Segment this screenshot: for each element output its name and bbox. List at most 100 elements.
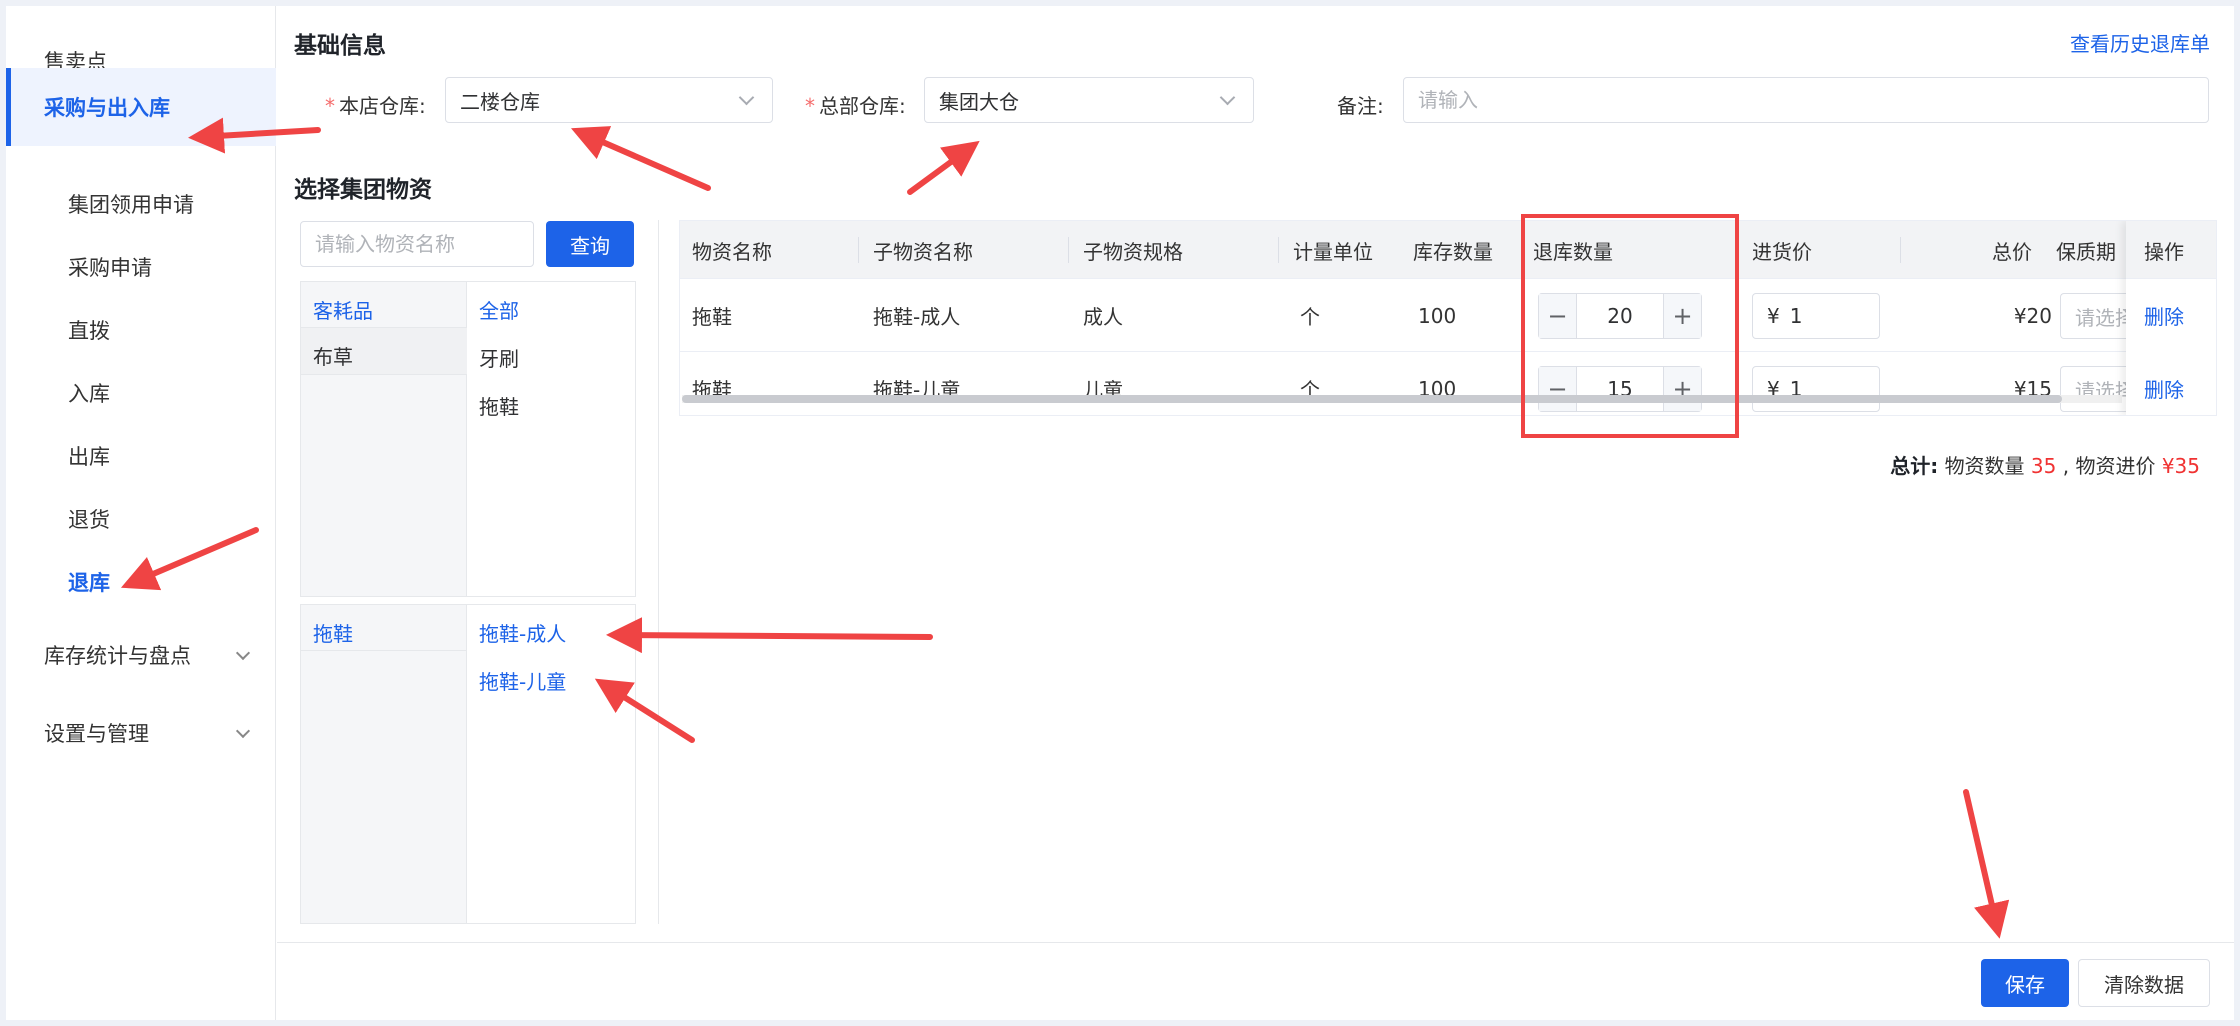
divider — [858, 237, 859, 263]
cell-spec: 成人 — [1083, 305, 1123, 329]
header-stock: 库存数量 — [1413, 239, 1493, 264]
divider — [1278, 237, 1279, 263]
material-left-column: 拖鞋 — [301, 605, 467, 923]
sidebar-item-label: 集团领用申请 — [68, 193, 194, 217]
sidebar-item-label: 退库 — [68, 571, 110, 595]
header-material-name: 物资名称 — [692, 239, 772, 264]
price-input[interactable]: ¥1 — [1752, 366, 1880, 412]
sub-material-item[interactable]: 拖鞋-儿童 — [479, 666, 566, 695]
delete-link[interactable]: 删除 — [2144, 352, 2184, 415]
sidebar-item-label: 入库 — [68, 382, 110, 406]
cell-material-name: 拖鞋 — [692, 305, 732, 329]
summary-label: 总计: — [1890, 454, 1939, 478]
cell-unit: 个 — [1300, 305, 1320, 329]
header-unit: 计量单位 — [1293, 239, 1373, 264]
divider — [301, 650, 467, 651]
header-sub-spec: 子物资规格 — [1083, 239, 1183, 264]
summary-price: ¥35 — [2161, 454, 2200, 478]
sidebar-item-label: 退货 — [68, 508, 110, 532]
category-item[interactable]: 布草 — [313, 341, 353, 370]
store-warehouse-label-text: 本店仓库: — [339, 94, 426, 118]
summary-price-label: 物资进价 — [2075, 454, 2156, 478]
summary-count-label: 物资数量 — [1944, 454, 2025, 478]
select-materials-title: 选择集团物资 — [294, 177, 432, 203]
footer-bar: 保存 清除数据 — [277, 942, 2234, 1020]
table-row: 拖鞋 拖鞋-成人 成人 个 100 − 20 + ¥1 ¥20 请选择 — [680, 279, 2216, 352]
header-purchase-price: 进货价 — [1752, 239, 1812, 264]
summary-separator: , — [2062, 454, 2070, 478]
sidebar-item-purchase-inout[interactable]: 采购与出入库 — [6, 68, 276, 146]
hq-warehouse-label: * 总部仓库: — [805, 90, 906, 119]
divider — [1900, 237, 1901, 263]
sidebar-item-direct-transfer[interactable]: 直拨 — [6, 303, 276, 357]
cell-stock: 100 — [1418, 303, 1457, 328]
sidebar-item-settings[interactable]: 设置与管理 — [6, 706, 276, 760]
save-button[interactable]: 保存 — [1981, 959, 2069, 1007]
price-input[interactable]: ¥1 — [1752, 293, 1880, 339]
materials-table: 物资名称 子物资名称 子物资规格 计量单位 库存数量 退库数量 进货价 总价 保… — [679, 220, 2217, 416]
delete-link[interactable]: 删除 — [2144, 279, 2184, 352]
sidebar-item-label: 库存统计与盘点 — [44, 644, 191, 668]
action-header-cell: 操作 — [2126, 221, 2216, 279]
divider — [1068, 237, 1069, 263]
required-mark: * — [805, 94, 815, 118]
material-panel: 拖鞋 拖鞋-成人 拖鞋-儿童 — [300, 604, 636, 924]
summary-line: 总计: 物资数量 35 , 物资进价 ¥35 — [1890, 450, 2200, 479]
clear-data-button[interactable]: 清除数据 — [2078, 959, 2210, 1007]
currency-symbol: ¥ — [1767, 304, 1780, 328]
hq-warehouse-select[interactable]: 集团大仓 — [924, 77, 1254, 123]
price-value: 1 — [1789, 304, 1803, 328]
subcategory-item[interactable]: 全部 — [479, 295, 519, 324]
app-window: 售卖点 采购与出入库 集团领用申请 采购申请 直拨 入库 出库 退货 退库 库存… — [6, 6, 2234, 1020]
cell-stock: 100 — [1418, 376, 1457, 401]
cell-total: ¥20 — [2013, 303, 2052, 328]
history-return-link[interactable]: 查看历史退库单 — [2070, 28, 2210, 57]
cell-unit: 个 — [1300, 378, 1320, 402]
subcategory-item[interactable]: 牙刷 — [479, 343, 519, 372]
sidebar-item-label: 采购申请 — [68, 256, 152, 280]
cell-sub-material-name: 拖鞋-儿童 — [873, 378, 961, 402]
sidebar-item-label: 设置与管理 — [44, 722, 149, 746]
sidebar-item-inventory-stats[interactable]: 库存统计与盘点 — [6, 628, 276, 682]
hq-warehouse-label-text: 总部仓库: — [819, 94, 906, 118]
sidebar-item-return-stock[interactable]: 退库 — [6, 555, 276, 609]
sidebar-item-stock-in[interactable]: 入库 — [6, 366, 276, 420]
sidebar-item-label: 采购与出入库 — [44, 96, 170, 120]
table-row: 拖鞋 拖鞋-儿童 儿童 个 100 − 15 + ¥1 ¥15 请选择 — [680, 352, 2216, 415]
cell-material-name: 拖鞋 — [692, 378, 732, 402]
sidebar-item-group-requisition[interactable]: 集团领用申请 — [6, 177, 276, 231]
main-content: 基础信息 查看历史退库单 * 本店仓库: 二楼仓库 * 总部仓库: 集团大仓 备注:… — [277, 6, 2234, 1020]
material-item[interactable]: 拖鞋 — [313, 618, 353, 647]
store-warehouse-select[interactable]: 二楼仓库 — [445, 77, 773, 123]
cell-sub-material-name: 拖鞋-成人 — [873, 305, 961, 329]
header-shelf-life: 保质期 — [2056, 239, 2116, 264]
category-item[interactable]: 客耗品 — [313, 295, 373, 324]
sidebar: 售卖点 采购与出入库 集团领用申请 采购申请 直拨 入库 出库 退货 退库 库存… — [6, 6, 276, 1020]
table-header: 物资名称 子物资名称 子物资规格 计量单位 库存数量 退库数量 进货价 总价 保… — [680, 221, 2216, 279]
sidebar-item-purchase-request[interactable]: 采购申请 — [6, 240, 276, 294]
chevron-down-icon — [235, 723, 251, 739]
vertical-divider — [658, 220, 659, 924]
material-search-input[interactable] — [300, 221, 534, 267]
annotation-highlight-box — [1521, 214, 1739, 438]
sidebar-item-label: 直拨 — [68, 319, 110, 343]
sidebar-item-stock-out[interactable]: 出库 — [6, 429, 276, 483]
fixed-action-column: 操作 删除 删除 — [2126, 221, 2216, 415]
horizontal-scrollbar[interactable] — [682, 395, 2062, 403]
store-warehouse-label: * 本店仓库: — [325, 90, 426, 119]
chevron-down-icon — [235, 645, 251, 661]
required-mark: * — [325, 94, 335, 118]
store-warehouse-value: 二楼仓库 — [460, 89, 540, 114]
remark-label: 备注: — [1337, 94, 1384, 118]
chevron-down-icon — [1219, 89, 1236, 106]
category-left-column: 客耗品 布草 — [301, 282, 467, 596]
search-button[interactable]: 查询 — [546, 221, 634, 267]
hq-warehouse-value: 集团大仓 — [939, 89, 1019, 114]
sub-material-item[interactable]: 拖鞋-成人 — [479, 618, 566, 647]
remark-input[interactable] — [1403, 77, 2209, 123]
header-actions: 操作 — [2144, 239, 2184, 264]
sidebar-item-return-goods[interactable]: 退货 — [6, 492, 276, 546]
cell-total: ¥15 — [2013, 376, 2052, 401]
subcategory-item[interactable]: 拖鞋 — [479, 391, 519, 420]
sidebar-item-label: 出库 — [68, 445, 110, 469]
